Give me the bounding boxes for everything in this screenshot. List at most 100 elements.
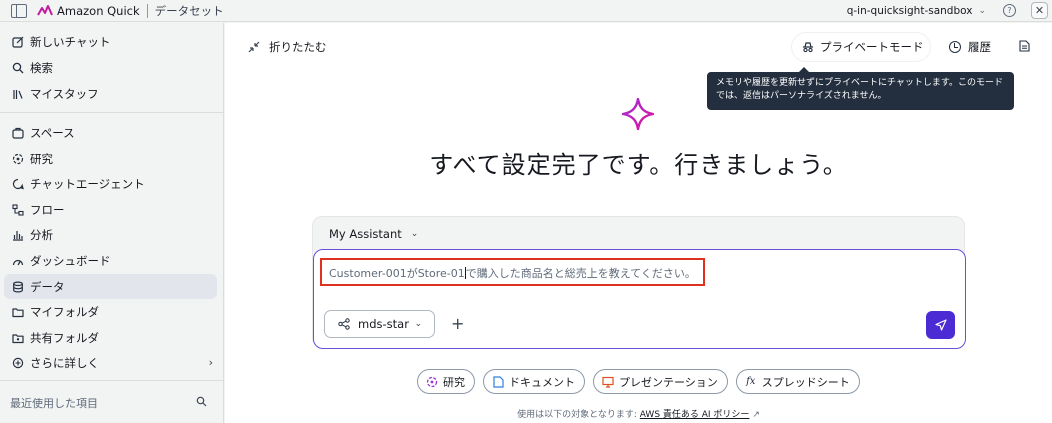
- sparkle-icon: [621, 97, 655, 131]
- document-icon[interactable]: [1019, 40, 1030, 52]
- collapse-label: 折りたたむ: [269, 40, 327, 54]
- sidebar-divider: [0, 112, 224, 113]
- sidebar-item-label: マイフォルダ: [30, 304, 99, 319]
- main-content: 折りたたむ プライベートモード 履歴 メモリや履歴を更新せずにプライベートにチャ…: [225, 23, 1052, 423]
- knowledge-base-label: mds-star: [358, 317, 409, 331]
- shared-folder-icon: [11, 331, 24, 344]
- chip-document[interactable]: ドキュメント: [483, 369, 585, 394]
- private-mode-label: プライベートモード: [820, 40, 924, 54]
- sidebar-item-search[interactable]: 検索: [4, 55, 217, 80]
- sidebar-item-label: さらに詳しく: [30, 355, 99, 370]
- sidebar-item-analysis[interactable]: 分析: [4, 222, 217, 247]
- flow-icon: [11, 203, 24, 216]
- research-icon: [426, 376, 438, 388]
- sidebar-item-flows[interactable]: フロー: [4, 197, 217, 222]
- hero-heading: すべて設定完了です。行きましょう。: [429, 151, 848, 179]
- sidebar-item-data[interactable]: データ: [4, 274, 217, 299]
- assistant-label: My Assistant: [329, 227, 402, 241]
- chat-agent-icon: [11, 177, 24, 190]
- folder-icon: [11, 305, 24, 318]
- footer: 使用は以下の対象となります: AWS 責任ある AI ポリシー ↗: [225, 407, 1052, 420]
- chip-label: プレゼンテーション: [619, 375, 718, 389]
- breadcrumb-divider: [146, 3, 148, 18]
- search-icon[interactable]: [196, 396, 207, 407]
- search-icon: [11, 61, 24, 74]
- external-link-icon: ↗: [752, 410, 760, 420]
- chat-composer[interactable]: Customer-001がStore-01で購入した商品名と総売上を教えてくださ…: [313, 249, 966, 349]
- send-icon: [934, 319, 947, 331]
- document-icon: [492, 375, 504, 388]
- sidebar: 新しいチャット 検索 マイスタッフ スペース 研究 チャットエージェント フロー…: [0, 23, 224, 423]
- dashboard-icon: [11, 254, 24, 267]
- sidebar-item-my-folders[interactable]: マイフォルダ: [4, 299, 217, 324]
- private-mode-tooltip: メモリや履歴を更新せずにプライベートにチャットします。このモードでは、返信はパー…: [707, 67, 1014, 110]
- sidebar-item-label: 共有フォルダ: [30, 330, 99, 345]
- knowledge-base-selector[interactable]: mds-star ⌄: [324, 310, 435, 338]
- add-attachment-button[interactable]: +: [451, 314, 464, 333]
- app-title: Amazon Quick: [57, 3, 140, 18]
- chevron-down-icon: ⌄: [978, 6, 986, 16]
- sidebar-item-label: 新しいチャット: [30, 34, 111, 49]
- sidebar-divider: [0, 380, 224, 381]
- account-selector[interactable]: q-in-quicksight-sandbox ⌄: [847, 0, 986, 22]
- footer-text: 使用は以下の対象となります:: [517, 410, 637, 420]
- send-button[interactable]: [926, 311, 955, 339]
- sidebar-item-shared-folders[interactable]: 共有フォルダ: [4, 325, 217, 350]
- sidebar-item-label: データ: [30, 279, 65, 294]
- research-icon: [11, 152, 24, 165]
- graph-icon: [338, 318, 350, 330]
- help-icon[interactable]: ?: [1003, 4, 1016, 17]
- chip-label: 研究: [443, 375, 465, 389]
- spaces-icon: [11, 126, 24, 139]
- sidebar-item-label: マイスタッフ: [30, 86, 99, 101]
- query-text-before-caret: Customer-001がStore-01: [329, 267, 465, 280]
- chip-research[interactable]: 研究: [417, 369, 475, 394]
- sidebar-item-my-staff[interactable]: マイスタッフ: [4, 81, 217, 106]
- sidebar-item-label: 分析: [30, 227, 53, 242]
- close-button[interactable]: ✕: [1031, 2, 1048, 19]
- chip-label: ドキュメント: [509, 375, 575, 389]
- incognito-icon: [803, 42, 813, 53]
- sidebar-item-chat-agent[interactable]: チャットエージェント: [4, 171, 217, 196]
- analysis-icon: [11, 228, 24, 241]
- sidebar-item-more[interactable]: さらに詳しく ›: [4, 350, 217, 375]
- library-icon: [11, 87, 24, 100]
- sidebar-item-label: 検索: [30, 60, 53, 75]
- query-text-after-caret: で購入した商品名と総売上を教えてください。: [465, 267, 696, 280]
- sidebar-toggle-icon[interactable]: [11, 3, 27, 18]
- chip-presentation[interactable]: プレゼンテーション: [593, 369, 728, 394]
- breadcrumb[interactable]: データセット: [155, 3, 224, 19]
- chip-spreadsheet[interactable]: fx スプレッドシート: [735, 369, 860, 394]
- chat-input[interactable]: Customer-001がStore-01で購入した商品名と総売上を教えてくださ…: [320, 258, 705, 286]
- recent-items-label: 最近使用した項目: [10, 397, 98, 410]
- more-icon: [11, 356, 24, 369]
- account-name: q-in-quicksight-sandbox: [846, 5, 973, 17]
- chat-panel: My Assistant ⌄ Customer-001がStore-01で購入し…: [312, 216, 966, 349]
- quick-action-chips: 研究 ドキュメント プレゼンテーション fx スプレッドシート: [417, 369, 868, 394]
- collapse-icon: [248, 41, 260, 53]
- compose-icon: [11, 35, 24, 48]
- sidebar-item-label: スペース: [30, 125, 75, 140]
- quick-logo-icon: [37, 4, 53, 15]
- sidebar-item-research[interactable]: 研究: [4, 146, 217, 171]
- chevron-down-icon: ⌄: [414, 319, 422, 329]
- chevron-down-icon: ⌄: [410, 229, 419, 239]
- database-icon: [11, 280, 24, 293]
- ai-policy-link[interactable]: AWS 責任ある AI ポリシー: [640, 410, 750, 420]
- top-bar: Amazon Quick データセット q-in-quicksight-sand…: [0, 0, 1052, 22]
- private-mode-button[interactable]: プライベートモード: [792, 33, 930, 61]
- sidebar-item-dashboards[interactable]: ダッシュボード: [4, 248, 217, 273]
- presentation-icon: [602, 376, 614, 388]
- sidebar-item-label: フロー: [30, 202, 65, 217]
- sidebar-item-label: 研究: [30, 151, 53, 166]
- chip-label: スプレッドシート: [761, 375, 850, 389]
- clock-icon: [949, 41, 961, 53]
- sidebar-item-label: チャットエージェント: [30, 176, 145, 191]
- sidebar-item-label: ダッシュボード: [30, 253, 111, 268]
- history-button[interactable]: 履歴: [949, 39, 991, 55]
- collapse-button[interactable]: 折りたたむ: [248, 39, 327, 55]
- sidebar-item-new-chat[interactable]: 新しいチャット: [4, 29, 217, 54]
- assistant-selector[interactable]: My Assistant ⌄: [329, 227, 418, 241]
- chevron-right-icon: ›: [208, 356, 213, 369]
- sidebar-item-spaces[interactable]: スペース: [4, 120, 217, 145]
